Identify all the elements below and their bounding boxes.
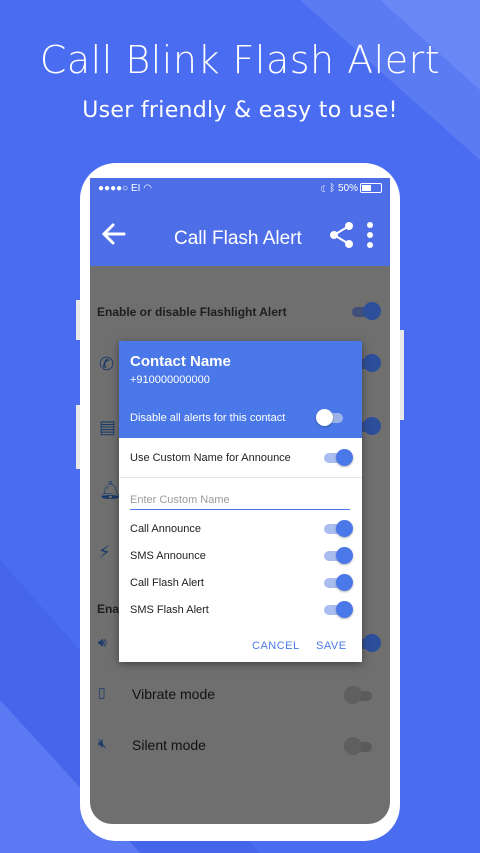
phone-side-button — [76, 300, 80, 340]
cancel-button[interactable]: CANCEL — [252, 640, 300, 652]
bluetooth-icon: ᛒ — [329, 183, 336, 194]
vibrate-mode-label: Vibrate mode — [132, 686, 216, 702]
share-icon[interactable] — [328, 220, 356, 250]
enable-flashlight-toggle[interactable] — [352, 302, 382, 320]
section-header: Ena — [97, 602, 120, 616]
battery-status: ☾ ᛒ 50% — [320, 183, 382, 194]
promo-subtitle: User friendly & easy to use! — [82, 98, 398, 123]
call-flash-alert-toggle[interactable] — [324, 574, 353, 591]
more-vert-icon[interactable] — [362, 220, 378, 250]
vibrate-icon: ▯ — [98, 684, 106, 700]
sms-flash-alert-label: SMS Flash Alert — [130, 604, 209, 616]
phone-side-button — [400, 330, 404, 420]
enable-flashlight-label: Enable or disable Flashlight Alert — [97, 305, 287, 319]
wifi-icon: ◠ — [143, 183, 152, 194]
battery-icon — [360, 183, 382, 194]
status-bar: ●●●●○ EI ◠ ☾ ᛒ 50% — [90, 178, 390, 200]
silent-mode-toggle[interactable] — [344, 737, 374, 755]
silent-mode-label: Silent mode — [132, 737, 206, 753]
contact-settings-dialog: Contact Name +910000000000 Disable all a… — [119, 341, 362, 662]
sms-announce-label: SMS Announce — [130, 550, 206, 562]
contact-name: Contact Name — [130, 353, 231, 370]
custom-name-toggle[interactable] — [324, 449, 353, 466]
vibrate-mode-toggle[interactable] — [344, 686, 374, 704]
phone-icon: ✆ — [99, 354, 115, 374]
call-flash-alert-label: Call Flash Alert — [130, 577, 204, 589]
silent-icon: 🔇︎ — [98, 735, 107, 751]
moon-icon: ☾ — [320, 183, 327, 194]
carrier-signal: ●●●●○ EI ◠ — [98, 183, 152, 194]
sms-flash-alert-toggle[interactable] — [324, 601, 353, 618]
flash-icon: ⚡︎ — [98, 542, 111, 562]
phone-side-button — [76, 405, 80, 469]
message-icon: ▤ — [99, 417, 117, 437]
sms-announce-toggle[interactable] — [324, 547, 353, 564]
call-announce-toggle[interactable] — [324, 520, 353, 537]
dialog-header: Contact Name +910000000000 Disable all a… — [119, 341, 362, 438]
sound-icon: 🔊︎ — [98, 634, 107, 650]
promo-title: Call Blink Flash Alert — [39, 38, 441, 82]
app-bar: Call Flash Alert — [90, 200, 390, 266]
custom-name-input[interactable] — [130, 491, 350, 510]
divider — [119, 477, 362, 478]
save-button[interactable]: SAVE — [316, 640, 347, 652]
call-announce-label: Call Announce — [130, 523, 201, 535]
back-arrow-icon[interactable] — [96, 216, 132, 252]
disable-all-toggle[interactable] — [316, 409, 345, 426]
app-title: Call Flash Alert — [174, 228, 302, 249]
custom-name-label: Use Custom Name for Announce — [130, 452, 291, 464]
disable-all-label: Disable all alerts for this contact — [130, 412, 286, 424]
contact-phone: +910000000000 — [130, 374, 210, 386]
